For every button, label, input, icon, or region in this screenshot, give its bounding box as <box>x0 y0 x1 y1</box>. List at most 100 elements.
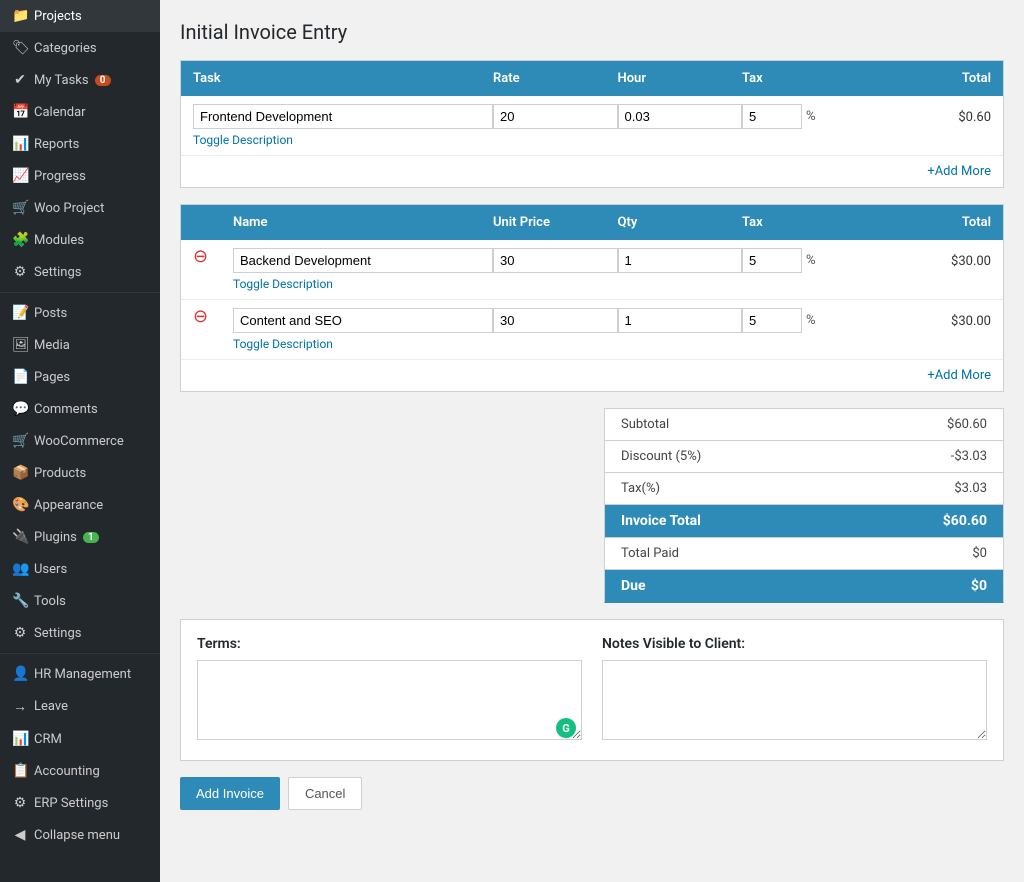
product-name-cell-2: Toggle Description <box>233 308 493 351</box>
product-add-more[interactable]: +Add More <box>181 360 1003 391</box>
sidebar-item-settings2[interactable]: ⚙ Settings <box>0 617 160 649</box>
media-icon: 🖼 <box>12 337 28 353</box>
task-hour-input[interactable] <box>618 104 743 129</box>
sidebar-item-users[interactable]: 👥 Users <box>0 553 160 585</box>
task-table-section: Task Rate Hour Tax Total Toggle Descript… <box>180 60 1004 188</box>
product-tax-pct-2: % <box>806 313 816 328</box>
grammarly-icon: G <box>556 718 576 738</box>
task-add-more[interactable]: +Add More <box>181 156 1003 187</box>
sidebar-item-progress[interactable]: 📈 Progress <box>0 160 160 192</box>
sidebar-item-calendar[interactable]: 📅 Calendar <box>0 96 160 128</box>
sidebar-item-my-tasks[interactable]: ✔ My Tasks 0 <box>0 64 160 96</box>
page-title: Initial Invoice Entry <box>180 20 1004 44</box>
sidebar-item-woocommerce[interactable]: 🛒 WooCommerce <box>0 425 160 457</box>
sidebar-item-projects[interactable]: 📁 Projects <box>0 0 160 32</box>
sidebar-item-appearance[interactable]: 🎨 Appearance <box>0 489 160 521</box>
sidebar-item-comments[interactable]: 💬 Comments <box>0 393 160 425</box>
invoice-total-row: Invoice Total $60.60 <box>604 504 1004 537</box>
sidebar-item-products[interactable]: 📦 Products <box>0 457 160 489</box>
main-content: Initial Invoice Entry Task Rate Hour Tax… <box>160 0 1024 882</box>
tax-value: $3.03 <box>954 481 987 496</box>
task-name-input[interactable] <box>193 104 493 129</box>
tax-label: Tax(%) <box>621 481 660 496</box>
remove-col-header <box>193 215 233 230</box>
collapse-icon: ◀ <box>12 827 28 843</box>
divider-2 <box>0 653 160 654</box>
subtotal-row: Subtotal $60.60 <box>604 408 1004 440</box>
product-tax-input-1[interactable] <box>742 248 802 273</box>
name-col-header: Name <box>233 215 493 230</box>
product-price-input-1[interactable] <box>493 248 618 273</box>
due-label: Due <box>621 578 646 594</box>
product-tax-input-2[interactable] <box>742 308 802 333</box>
footer-buttons: Add Invoice Cancel <box>180 777 1004 830</box>
sidebar-item-collapse[interactable]: ◀ Collapse menu <box>0 819 160 851</box>
task-col-header: Task <box>193 71 493 86</box>
cancel-button[interactable]: Cancel <box>288 777 362 810</box>
sidebar-item-posts[interactable]: 📝 Posts <box>0 297 160 329</box>
product-price-input-2[interactable] <box>493 308 618 333</box>
woocommerce-icon: 🛒 <box>12 433 28 449</box>
sidebar-item-leave[interactable]: → Leave <box>0 690 160 723</box>
product-row-1: ⊖ Toggle Description % $30.00 <box>181 240 1003 300</box>
product-name-input-1[interactable] <box>233 248 493 273</box>
invoice-total-label: Invoice Total <box>621 513 701 529</box>
sidebar: 📁 Projects 🏷 Categories ✔ My Tasks 0 📅 C… <box>0 0 160 882</box>
sidebar-item-plugins[interactable]: 🔌 Plugins 1 <box>0 521 160 553</box>
product-name-input-2[interactable] <box>233 308 493 333</box>
total-paid-row: Total Paid $0 <box>604 537 1004 569</box>
users-icon: 👥 <box>12 561 28 577</box>
terms-textarea[interactable] <box>197 660 582 740</box>
posts-icon: 📝 <box>12 305 28 321</box>
terms-notes-section: Terms: G Notes Visible to Client: <box>180 619 1004 761</box>
unitprice-col-header: Unit Price <box>493 215 618 230</box>
add-invoice-button[interactable]: Add Invoice <box>180 777 280 810</box>
hr-icon: 👤 <box>12 666 28 682</box>
sidebar-item-media[interactable]: 🖼 Media <box>0 329 160 361</box>
sidebar-item-pages[interactable]: 📄 Pages <box>0 361 160 393</box>
rate-col-header: Rate <box>493 71 618 86</box>
sidebar-item-categories[interactable]: 🏷 Categories <box>0 32 160 64</box>
task-rate-input[interactable] <box>493 104 618 129</box>
remove-icon-1[interactable]: ⊖ <box>193 244 208 267</box>
task-tax-input[interactable] <box>742 104 802 129</box>
appearance-icon: 🎨 <box>12 497 28 513</box>
terms-input-wrapper: G <box>197 660 582 744</box>
settings2-icon: ⚙ <box>12 625 28 641</box>
task-tax-cell: % <box>742 104 867 129</box>
task-rate-cell <box>493 104 618 129</box>
remove-btn-2[interactable]: ⊖ <box>193 308 233 326</box>
calendar-icon: 📅 <box>12 104 28 120</box>
remove-icon-2[interactable]: ⊖ <box>193 304 208 327</box>
sidebar-item-woo-project[interactable]: 🛒 Woo Project <box>0 192 160 224</box>
product-price-cell-2 <box>493 308 618 333</box>
sidebar-item-tools[interactable]: 🔧 Tools <box>0 585 160 617</box>
sidebar-item-crm[interactable]: 📊 CRM <box>0 723 160 755</box>
sidebar-item-erp[interactable]: ⚙ ERP Settings <box>0 787 160 819</box>
divider-1 <box>0 292 160 293</box>
product-table-section: Name Unit Price Qty Tax Total ⊖ Toggle D… <box>180 204 1004 392</box>
task-row-1: Toggle Description % $0.60 <box>181 96 1003 156</box>
sidebar-item-accounting[interactable]: 📋 Accounting <box>0 755 160 787</box>
notes-textarea[interactable] <box>602 660 987 740</box>
sidebar-item-hr[interactable]: 👤 HR Management <box>0 658 160 690</box>
erp-icon: ⚙ <box>12 795 28 811</box>
remove-btn-1[interactable]: ⊖ <box>193 248 233 266</box>
product-qty-input-1[interactable] <box>618 248 743 273</box>
product-tax-cell-2: % <box>742 308 867 333</box>
product-toggle-desc-2[interactable]: Toggle Description <box>233 337 493 351</box>
product-qty-input-2[interactable] <box>618 308 743 333</box>
leave-icon: → <box>12 698 28 715</box>
sidebar-item-reports[interactable]: 📊 Reports <box>0 128 160 160</box>
sidebar-item-settings[interactable]: ⚙ Settings <box>0 256 160 288</box>
ptotal-col-header: Total <box>867 215 992 230</box>
task-toggle-desc[interactable]: Toggle Description <box>193 133 493 147</box>
total-col-header: Total <box>867 71 992 86</box>
notes-input-wrapper <box>602 660 987 744</box>
settings-icon: ⚙ <box>12 264 28 280</box>
product-toggle-desc-1[interactable]: Toggle Description <box>233 277 493 291</box>
task-tax-pct: % <box>806 109 816 124</box>
qty-col-header: Qty <box>618 215 743 230</box>
pages-icon: 📄 <box>12 369 28 385</box>
sidebar-item-modules[interactable]: 🧩 Modules <box>0 224 160 256</box>
